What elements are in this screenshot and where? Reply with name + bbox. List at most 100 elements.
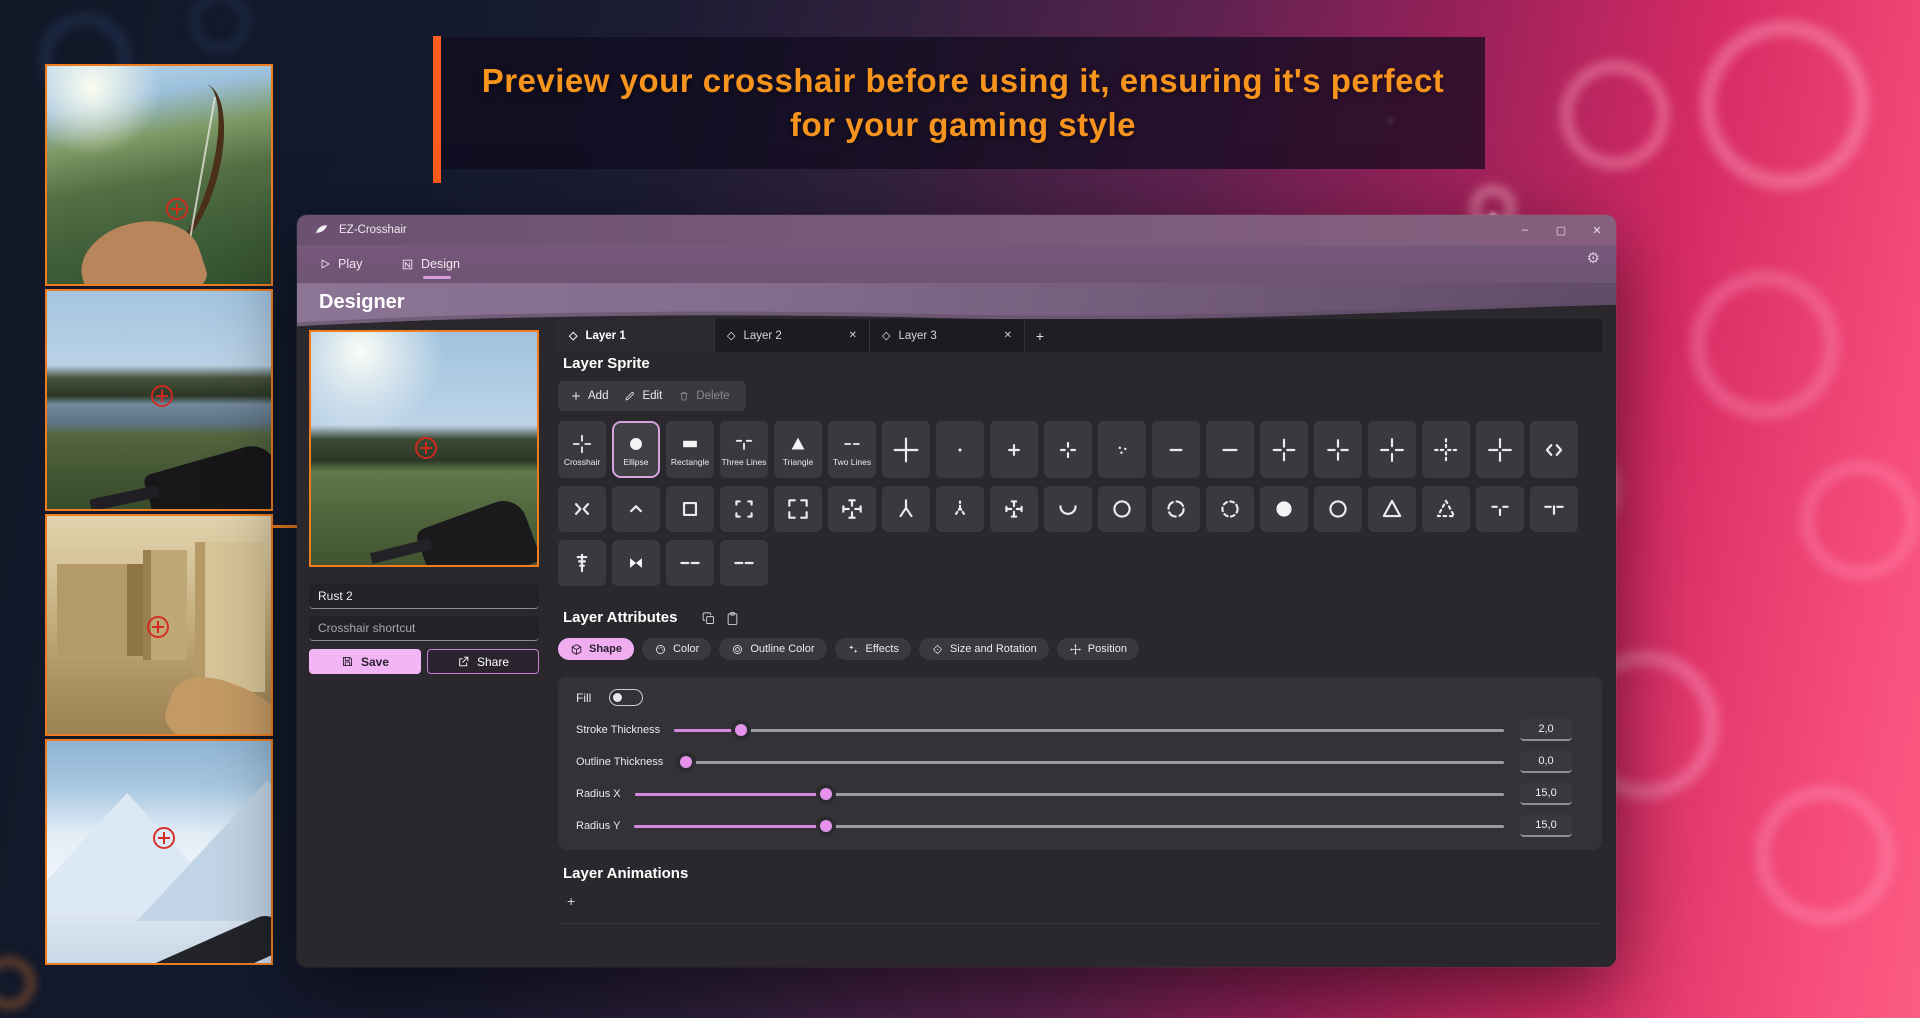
attribute-tabs: Shape Color Outline Color Effects Size a… [558, 638, 1139, 660]
sprite-bold-gap-cross-button[interactable] [1314, 421, 1362, 478]
sprite-dots-button[interactable] [1098, 421, 1146, 478]
sprite-circle-button[interactable] [1098, 486, 1146, 532]
outline-thickness-slider-row: Outline Thickness 0,0 [576, 751, 1572, 773]
sprite-thin-cross-button[interactable] [1476, 421, 1524, 478]
sprite-rectangle-button[interactable]: Rectangle [666, 421, 714, 478]
tab-shape[interactable]: Shape [558, 638, 634, 660]
sprite-ellipse-button-selected[interactable]: Ellipse [612, 421, 660, 478]
sprite-circle-filled-button[interactable] [1260, 486, 1308, 532]
glow-ring [1560, 60, 1670, 170]
sprite-three-lines-3-button[interactable] [1530, 486, 1578, 532]
share-button[interactable]: Share [427, 649, 539, 674]
slider-thumb[interactable] [820, 788, 832, 800]
save-button[interactable]: Save [309, 649, 421, 674]
sprite-triangle-outline-button[interactable] [1368, 486, 1416, 532]
radius-x-value[interactable]: 15,0 [1520, 783, 1572, 805]
corner-brackets-large-icon [785, 496, 811, 522]
sprite-t-cross-button[interactable] [828, 486, 876, 532]
sprite-gap-cross-variant-button[interactable] [1368, 421, 1416, 478]
sprite-thick-dash-button[interactable] [1152, 421, 1200, 478]
sprite-angle-brackets-button[interactable] [1530, 421, 1578, 478]
sprite-thin-dash-button[interactable] [1206, 421, 1254, 478]
layer-tab-1[interactable]: ◇ Layer 1 [557, 319, 715, 352]
sprite-t-cross-2-button[interactable] [990, 486, 1038, 532]
slider-thumb[interactable] [680, 756, 692, 768]
close-tab-icon[interactable]: ✕ [1004, 330, 1012, 341]
radius-y-value[interactable]: 15,0 [1520, 815, 1572, 837]
radius-y-slider[interactable] [634, 820, 1504, 833]
tab-outline-color[interactable]: Outline Color [719, 638, 826, 660]
app-logo-icon [313, 222, 329, 238]
sprite-grid-row-3 [558, 540, 768, 586]
add-animation-button[interactable]: + [567, 893, 575, 909]
outline-thickness-value[interactable]: 0,0 [1520, 751, 1572, 773]
sprite-arc-button[interactable] [1044, 486, 1092, 532]
sprite-big-plus-button[interactable] [882, 421, 930, 478]
sprite-y-shape-button[interactable] [882, 486, 930, 532]
close-tab-icon[interactable]: ✕ [849, 330, 857, 341]
minimize-button[interactable]: – [1514, 224, 1536, 236]
sprite-circle-thin-button[interactable] [1314, 486, 1362, 532]
sprite-corners-small-button[interactable] [720, 486, 768, 532]
radius-x-slider[interactable] [635, 788, 1504, 801]
sprite-two-dashes-bold-button[interactable] [720, 540, 768, 586]
nav-play[interactable]: Play [319, 245, 362, 283]
close-button[interactable]: ✕ [1586, 224, 1608, 237]
sprite-triangle-pair-button[interactable] [612, 540, 660, 586]
glow-ring-blue [190, 0, 250, 52]
bold-gap-cross-icon [1325, 437, 1351, 463]
sprite-gap-cross-button[interactable] [1260, 421, 1308, 478]
sprite-circle-dashed-button[interactable] [1152, 486, 1200, 532]
stroke-thickness-value[interactable]: 2,0 [1520, 719, 1572, 741]
paste-icon[interactable] [725, 611, 740, 626]
delete-label: Delete [696, 390, 729, 402]
sprite-triangle-button[interactable]: Triangle [774, 421, 822, 478]
layer-tab-label: Layer 1 [585, 330, 625, 342]
headline-text: Preview your crosshair before using it, … [481, 59, 1445, 147]
sprite-crosshair-button[interactable]: Crosshair [558, 421, 606, 478]
stroke-thickness-slider[interactable] [674, 724, 1504, 737]
layer-tab-2[interactable]: ◇ Layer 2 ✕ [715, 319, 870, 352]
sprite-triangle-dotted-button[interactable] [1422, 486, 1470, 532]
sprite-y-dotted-button[interactable] [936, 486, 984, 532]
triangle-shape-icon [787, 433, 809, 455]
sprite-two-dashes-thin-button[interactable] [666, 540, 714, 586]
tab-color[interactable]: Color [642, 638, 711, 660]
sprite-split-plus-button[interactable] [1044, 421, 1092, 478]
maximize-button[interactable]: ▢ [1550, 224, 1572, 237]
sprite-square-button[interactable] [666, 486, 714, 532]
sprite-three-lines-button[interactable]: Three Lines [720, 421, 768, 478]
add-layer-tab-button[interactable]: + [1025, 319, 1055, 352]
bold-plus-icon [1001, 437, 1027, 463]
fill-toggle[interactable] [609, 689, 643, 706]
sprite-dotted-cross-button[interactable] [1422, 421, 1470, 478]
sprite-brackets-inward-button[interactable] [558, 486, 606, 532]
glow-ring [1755, 785, 1895, 925]
sprite-dot-button[interactable] [936, 421, 984, 478]
outline-thickness-slider[interactable] [677, 756, 1504, 769]
tab-size-rotation[interactable]: Size and Rotation [919, 638, 1049, 660]
sprite-bold-plus-button[interactable] [990, 421, 1038, 478]
tab-position[interactable]: Position [1057, 638, 1139, 660]
crosshair-shortcut-input[interactable]: Crosshair shortcut [309, 616, 539, 641]
app-window: EZ-Crosshair – ▢ ✕ Play Design [297, 215, 1616, 967]
layer-tab-3[interactable]: ◇ Layer 3 ✕ [870, 319, 1025, 352]
sprite-caret-button[interactable] [612, 486, 660, 532]
gear-icon[interactable]: ⚙ [1587, 249, 1600, 267]
delete-sprite-button[interactable]: Delete [678, 390, 729, 402]
sprite-three-lines-2-button[interactable] [1476, 486, 1524, 532]
tab-effects[interactable]: Effects [835, 638, 911, 660]
glow-ring [1800, 460, 1920, 580]
sprite-scope-post-button[interactable] [558, 540, 606, 586]
sprite-corners-large-button[interactable] [774, 486, 822, 532]
crosshair-name-input[interactable]: Rust 2 [309, 584, 539, 609]
sprite-two-lines-button[interactable]: Two Lines [828, 421, 876, 478]
sprite-circle-dashed-fine-button[interactable] [1206, 486, 1254, 532]
save-icon [341, 655, 354, 668]
tab-label: Effects [866, 643, 899, 655]
slider-thumb[interactable] [820, 820, 832, 832]
edit-sprite-button[interactable]: Edit [624, 390, 662, 402]
add-sprite-button[interactable]: Add [570, 390, 608, 402]
slider-thumb[interactable] [735, 724, 747, 736]
copy-icon[interactable] [701, 611, 716, 626]
